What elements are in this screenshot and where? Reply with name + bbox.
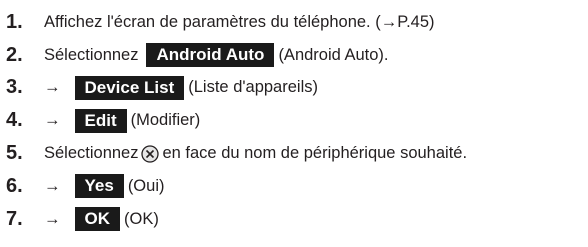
edit-button-label: Edit bbox=[74, 108, 127, 133]
step-number: 2. bbox=[6, 43, 23, 66]
step-7: 7. → OK (OK) bbox=[6, 203, 584, 236]
step-text-after: (Liste d'appareils) bbox=[188, 78, 318, 97]
step-text-after: (Android Auto). bbox=[278, 45, 389, 64]
step-text-before: Sélectionnez bbox=[44, 45, 139, 64]
arrow-icon: → bbox=[44, 176, 61, 195]
device-list-button-label: Device List bbox=[74, 75, 185, 100]
step-5: 5. Sélectionnez en face du nom de périph… bbox=[6, 137, 584, 170]
step-2: 2. Sélectionnez Android Auto (Android Au… bbox=[6, 39, 584, 72]
step-text-after: (OK) bbox=[124, 209, 159, 228]
arrow-icon: → bbox=[44, 209, 61, 228]
step-text: Affichez l'écran de paramètres du téléph… bbox=[44, 12, 435, 31]
step-number: 7. bbox=[6, 207, 23, 230]
step-text-before: Sélectionnez bbox=[44, 144, 139, 163]
arrow-icon: → bbox=[44, 111, 61, 130]
step-text-after: (Modifier) bbox=[130, 111, 201, 130]
step-text-after: en face du nom de périphérique souhaité. bbox=[162, 144, 468, 163]
arrow-icon: → bbox=[44, 78, 61, 97]
instruction-steps: 1. Affichez l'écran de paramètres du tél… bbox=[6, 6, 584, 236]
step-3: 3. → Device List (Liste d'appareils) bbox=[6, 72, 584, 105]
step-number: 5. bbox=[6, 142, 23, 165]
step-6: 6. → Yes (Oui) bbox=[6, 170, 584, 203]
step-number: 1. bbox=[6, 10, 23, 33]
android-auto-button-label: Android Auto bbox=[146, 43, 275, 68]
step-text-after: (Oui) bbox=[127, 176, 165, 195]
yes-button-label: Yes bbox=[74, 174, 124, 199]
step-number: 4. bbox=[6, 109, 23, 132]
step-number: 6. bbox=[6, 174, 23, 197]
ok-button-label: OK bbox=[74, 207, 120, 232]
delete-x-icon bbox=[141, 144, 160, 163]
step-4: 4. → Edit (Modifier) bbox=[6, 104, 584, 137]
step-1: 1. Affichez l'écran de paramètres du tél… bbox=[6, 6, 584, 39]
step-number: 3. bbox=[6, 76, 23, 99]
